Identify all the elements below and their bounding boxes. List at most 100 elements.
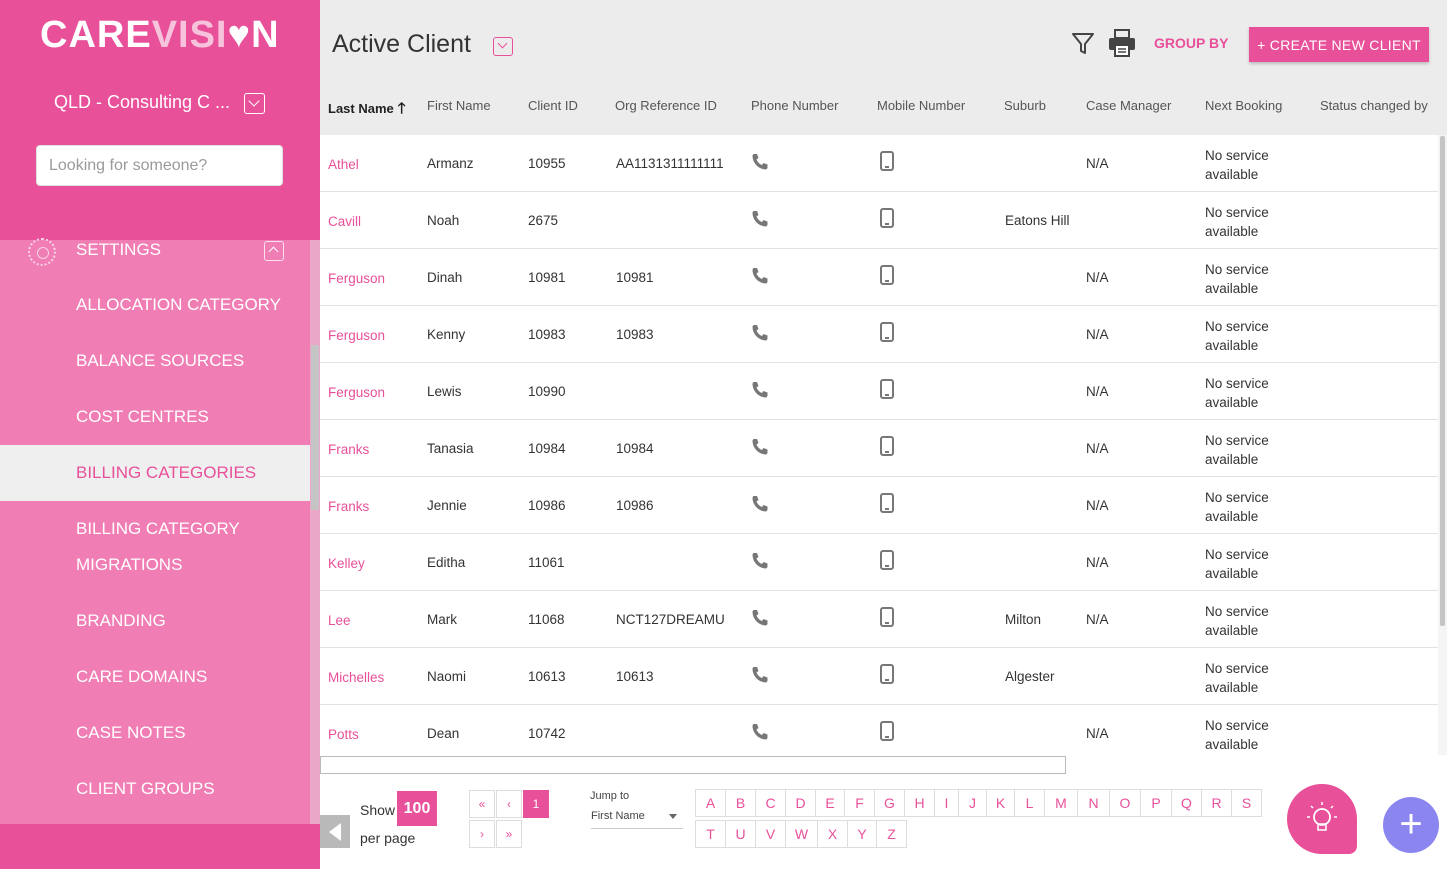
alphabet-filter-s[interactable]: S [1231,789,1262,817]
column-header-last-name[interactable]: Last Name 🡑 [328,98,406,123]
carevision-logo[interactable]: CAREVISI♥N [40,14,280,57]
mobile-icon[interactable] [880,322,894,342]
sidebar-item-client-groups[interactable]: CLIENT GROUPS [0,771,310,807]
table-row[interactable]: Potts Dean 10742 N/A No service available [320,705,1438,755]
column-header-status-changed-by[interactable]: Status changed by [1320,98,1428,113]
alphabet-filter-d[interactable]: D [785,789,816,817]
organisation-name[interactable]: QLD - Consulting C ... [54,92,304,113]
org-dropdown-button[interactable] [244,93,265,114]
last-page-button[interactable]: » [496,820,522,848]
client-last-name-link[interactable]: Ferguson [328,328,385,343]
mobile-icon[interactable] [880,265,894,285]
alphabet-filter-k[interactable]: K [986,789,1015,817]
client-last-name-link[interactable]: Franks [328,499,369,514]
create-new-client-button[interactable]: + CREATE NEW CLIENT [1249,27,1429,62]
jump-to-select[interactable]: First Name [591,807,683,829]
table-row[interactable]: Kelley Editha 11061 N/A No service available [320,534,1438,591]
client-last-name-link[interactable]: Ferguson [328,385,385,400]
phone-icon[interactable] [750,551,770,571]
table-row[interactable]: Ferguson Kenny 10983 10983 N/A No service ava… [320,306,1438,363]
group-by-button[interactable]: GROUP BY [1154,35,1228,51]
phone-icon[interactable] [750,266,770,286]
alphabet-filter-y[interactable]: Y [847,820,877,848]
alphabet-filter-a[interactable]: A [695,789,726,817]
table-row[interactable]: Franks Tanasia 10984 10984 N/A No service ava… [320,420,1438,477]
sidebar-scrollbar[interactable] [310,240,320,824]
phone-icon[interactable] [750,665,770,685]
alphabet-filter-m[interactable]: M [1044,789,1078,817]
title-dropdown-button[interactable] [493,37,513,56]
previous-page-button[interactable]: ‹ [496,790,522,818]
add-button[interactable]: + [1383,797,1439,853]
alphabet-filter-o[interactable]: O [1109,789,1141,817]
client-last-name-link[interactable]: Franks [328,442,369,457]
alphabet-filter-b[interactable]: B [725,789,756,817]
sidebar-item-cost-centres[interactable]: COST CENTRES [0,399,310,435]
phone-icon[interactable] [750,608,770,628]
client-last-name-link[interactable]: Cavill [328,214,361,229]
table-vertical-scrollbar-thumb[interactable] [1440,136,1445,626]
sidebar-item-billing-category[interactable]: BILLING CATEGORY MIGRATIONS [0,511,310,583]
table-row[interactable]: Ferguson Lewis 10990 N/A No service availabl… [320,363,1438,420]
search-input[interactable] [36,145,283,186]
alphabet-filter-u[interactable]: U [725,820,756,848]
table-row[interactable]: Michelles Naomi 10613 10613 Algester No servi… [320,648,1438,705]
phone-icon[interactable] [750,323,770,343]
phone-icon[interactable] [750,722,770,742]
mobile-icon[interactable] [880,607,894,627]
alphabet-filter-t[interactable]: T [695,820,726,848]
alphabet-filter-q[interactable]: Q [1171,789,1202,817]
alphabet-filter-i[interactable]: I [934,789,959,817]
mobile-icon[interactable] [880,721,894,741]
alphabet-filter-r[interactable]: R [1201,789,1232,817]
mobile-icon[interactable] [880,151,894,171]
mobile-icon[interactable] [880,379,894,399]
alphabet-filter-w[interactable]: W [785,820,818,848]
client-last-name-link[interactable]: Michelles [328,670,384,685]
table-row[interactable]: Cavill Noah 2675 Eatons Hill No service avai… [320,192,1438,249]
sidebar-scrollbar-thumb[interactable] [311,345,319,510]
column-header-suburb[interactable]: Suburb [1004,98,1046,113]
mobile-icon[interactable] [880,664,894,684]
table-row[interactable]: Athel Armanz 10955 AA1131311111111 N/A No ser… [320,135,1438,192]
sidebar-item-billing-categories[interactable]: BILLING CATEGORIES [0,445,310,501]
alphabet-filter-j[interactable]: J [958,789,987,817]
table-row[interactable]: Franks Jennie 10986 10986 N/A No service avai… [320,477,1438,534]
settings-section-header[interactable]: SETTINGS [0,238,310,268]
client-last-name-link[interactable]: Ferguson [328,271,385,286]
sidebar-item-allocation-category[interactable]: ALLOCATION CATEGORY [0,287,310,323]
client-last-name-link[interactable]: Potts [328,727,359,742]
column-header-case-manager[interactable]: Case Manager [1086,98,1171,113]
mobile-icon[interactable] [880,550,894,570]
sidebar-item-branding[interactable]: BRANDING [0,603,310,639]
chevron-up-icon[interactable] [264,241,284,261]
column-header-client-id[interactable]: Client ID [528,98,578,113]
per-page-select[interactable]: 100 [397,791,437,826]
mobile-icon[interactable] [880,436,894,456]
alphabet-filter-h[interactable]: H [904,789,935,817]
mobile-icon[interactable] [880,208,894,228]
printer-icon[interactable] [1107,28,1137,58]
phone-icon[interactable] [750,380,770,400]
sidebar-item-balance-sources[interactable]: BALANCE SOURCES [0,343,310,379]
column-header-phone-number[interactable]: Phone Number [751,98,838,113]
phone-icon[interactable] [750,494,770,514]
next-page-button[interactable]: › [469,820,495,848]
phone-icon[interactable] [750,152,770,172]
phone-icon[interactable] [750,209,770,229]
tips-button[interactable] [1287,784,1357,854]
phone-icon[interactable] [750,437,770,457]
alphabet-filter-x[interactable]: X [817,820,848,848]
first-page-button[interactable]: « [469,790,495,818]
page-number-button[interactable]: 1 [523,790,549,818]
sidebar-item-case-notes[interactable]: CASE NOTES [0,715,310,751]
sidebar-item-care-domains[interactable]: CARE DOMAINS [0,659,310,695]
alphabet-filter-c[interactable]: C [755,789,786,817]
column-header-first-name[interactable]: First Name [427,98,491,113]
alphabet-filter-f[interactable]: F [844,789,875,817]
client-last-name-link[interactable]: Athel [328,157,359,172]
alphabet-filter-g[interactable]: G [874,789,905,817]
table-horizontal-scrollbar[interactable] [320,756,1066,774]
alphabet-filter-l[interactable]: L [1014,789,1045,817]
client-last-name-link[interactable]: Kelley [328,556,365,571]
